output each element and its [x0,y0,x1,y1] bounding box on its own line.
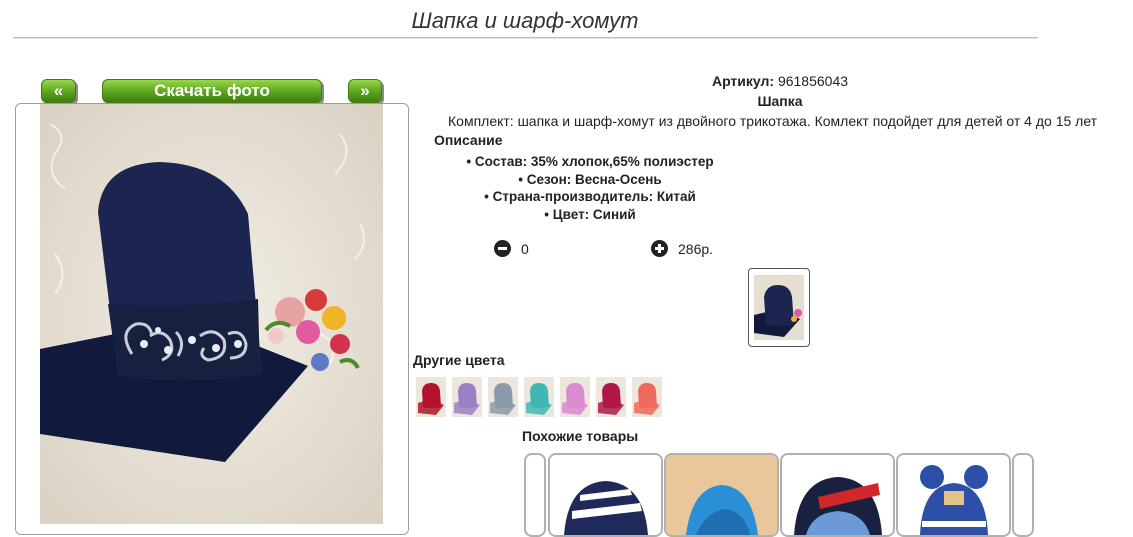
download-photo-button[interactable]: Скачать фото [102,79,322,103]
price-value: 286р. [678,241,714,257]
color-swatch[interactable] [560,377,590,417]
similar-product-image [782,455,893,535]
page-title: Шапка и шарф-хомут [411,8,639,33]
thumbnail-image [754,275,804,340]
similar-product-card[interactable] [548,453,663,537]
color-swatch[interactable] [596,377,626,417]
selected-photo-thumbnail[interactable] [748,268,810,347]
main-product-photo[interactable] [40,104,383,524]
product-name: Шапка [757,93,803,109]
quantity-value: 0 [521,241,529,257]
article-label: Артикул: [711,73,775,89]
spec-color: Цвет: Синий [410,206,770,224]
spec-list: Состав: 35% хлопок,65% полиэстер Сезон: … [410,153,770,223]
similar-products-heading: Похожие товары [522,428,639,444]
color-swatch[interactable] [632,377,662,417]
color-swatch[interactable] [488,377,518,417]
spec-composition: Состав: 35% хлопок,65% полиэстер [410,153,770,171]
spec-season: Сезон: Весна-Осень [410,171,770,189]
similar-product-card[interactable] [1012,453,1034,537]
article-number: 961856043 [777,73,849,89]
color-swatch[interactable] [452,377,482,417]
similar-product-card[interactable] [780,453,895,537]
article-line: Артикул: 961856043 [605,73,955,89]
similar-product-image [898,455,1009,535]
color-swatch[interactable] [524,377,554,417]
description-heading: Описание [434,132,503,148]
other-colors-heading: Другие цвета [413,352,505,368]
main-photo-frame [15,103,409,535]
spec-country: Страна-производитель: Китай [410,188,770,206]
decrease-quantity-button[interactable] [494,240,511,257]
similar-product-image [550,455,661,535]
previous-photo-button[interactable]: « [41,79,76,103]
similar-product-card[interactable] [664,453,779,537]
product-description: Комплект: шапка и шарф-хомут из двойного… [448,113,1098,129]
increase-quantity-button[interactable] [651,240,668,257]
similar-product-image [666,455,777,535]
color-swatch[interactable] [416,377,446,417]
next-photo-button[interactable]: » [348,79,382,103]
title-divider [13,37,1038,39]
similar-product-card[interactable] [896,453,1011,537]
similar-product-card[interactable] [524,453,546,537]
